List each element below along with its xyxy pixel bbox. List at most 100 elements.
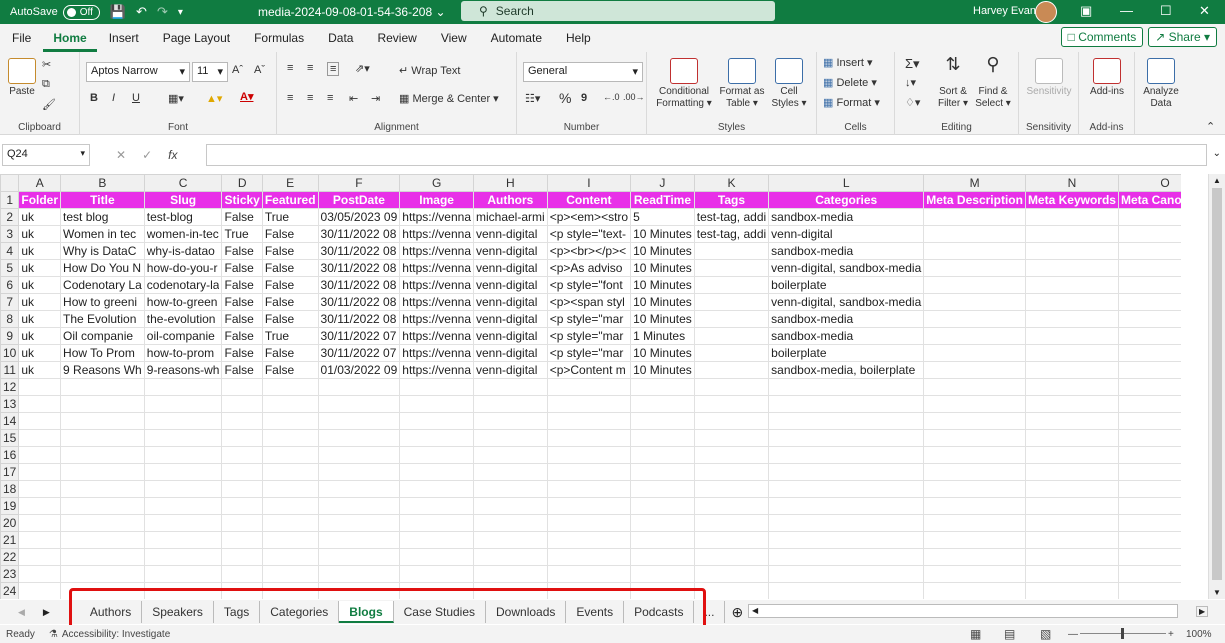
avatar[interactable] <box>1035 1 1057 23</box>
cell[interactable] <box>768 531 925 549</box>
cell[interactable] <box>317 497 401 515</box>
cell[interactable] <box>693 480 770 498</box>
orientation-icon[interactable]: ⇗▾ <box>355 62 370 75</box>
cell[interactable] <box>317 429 401 447</box>
cell[interactable]: False <box>221 276 263 294</box>
cell[interactable] <box>1117 208 1181 226</box>
cell[interactable]: How Do You N <box>60 259 145 277</box>
header-cell[interactable]: Meta Description <box>923 191 1026 209</box>
cell[interactable]: how-to-green <box>143 293 223 311</box>
cell[interactable] <box>143 565 223 583</box>
fill-icon[interactable]: ↓▾ <box>905 76 916 89</box>
cell[interactable] <box>399 378 474 396</box>
row-header[interactable]: 8 <box>0 310 20 328</box>
horizontal-scrollbar[interactable]: ◀ <box>748 604 1178 618</box>
comma-button[interactable]: 9 <box>581 92 587 104</box>
cell[interactable] <box>1024 259 1119 277</box>
cell[interactable] <box>143 531 223 549</box>
cell[interactable]: sandbox-media <box>768 310 925 328</box>
cell[interactable] <box>630 497 695 515</box>
cell[interactable]: uk <box>18 259 62 277</box>
cell[interactable] <box>546 378 632 396</box>
cell[interactable] <box>1117 531 1181 549</box>
cell[interactable] <box>473 548 548 566</box>
column-header-i[interactable]: I <box>546 174 632 192</box>
cell[interactable]: False <box>221 327 263 345</box>
scroll-left-icon[interactable]: ◀ <box>752 606 758 615</box>
cell[interactable]: venn-digital, sandbox-media <box>768 259 925 277</box>
enter-icon[interactable]: ✓ <box>142 148 152 162</box>
cell[interactable]: True <box>221 225 263 243</box>
autosave-toggle[interactable]: Off <box>62 4 100 20</box>
cell[interactable] <box>1024 327 1119 345</box>
cell[interactable] <box>473 463 548 481</box>
cell[interactable] <box>18 531 62 549</box>
cell[interactable] <box>923 412 1026 430</box>
cell[interactable] <box>693 276 770 294</box>
cell[interactable] <box>473 395 548 413</box>
row-header[interactable]: 16 <box>0 446 20 464</box>
cell[interactable] <box>60 463 145 481</box>
cell[interactable]: https://venna <box>399 327 474 345</box>
cell[interactable] <box>1117 225 1181 243</box>
cell[interactable] <box>923 344 1026 362</box>
cell[interactable] <box>630 395 695 413</box>
cell[interactable] <box>1024 480 1119 498</box>
cell[interactable] <box>261 412 319 430</box>
cell[interactable] <box>143 395 223 413</box>
cell[interactable] <box>261 480 319 498</box>
cell[interactable] <box>693 531 770 549</box>
header-cell[interactable]: Authors <box>473 191 548 209</box>
cell[interactable]: False <box>261 276 319 294</box>
cell[interactable]: venn-digital <box>473 310 548 328</box>
cell[interactable] <box>923 310 1026 328</box>
cell[interactable]: venn-digital <box>768 225 925 243</box>
cell[interactable] <box>693 310 770 328</box>
cell[interactable] <box>923 225 1026 243</box>
column-header-o[interactable]: O <box>1117 174 1181 192</box>
cell[interactable]: <p style="font <box>546 276 632 294</box>
cell[interactable]: <p style="mar <box>546 344 632 362</box>
cell[interactable]: False <box>221 259 263 277</box>
cell[interactable] <box>261 378 319 396</box>
cell[interactable] <box>143 480 223 498</box>
cell[interactable] <box>221 480 263 498</box>
cell[interactable] <box>18 395 62 413</box>
row-header[interactable]: 7 <box>0 293 20 311</box>
cell[interactable]: sandbox-media, boilerplate <box>768 361 925 379</box>
cell[interactable] <box>1024 412 1119 430</box>
cell[interactable] <box>18 480 62 498</box>
cell[interactable] <box>923 361 1026 379</box>
row-header[interactable]: 23 <box>0 565 20 583</box>
cell[interactable] <box>261 463 319 481</box>
cell[interactable] <box>1117 514 1181 532</box>
cell[interactable]: uk <box>18 293 62 311</box>
cell[interactable]: sandbox-media <box>768 208 925 226</box>
cell[interactable]: 01/03/2022 09 <box>317 361 401 379</box>
page-break-view-icon[interactable]: ▧ <box>1040 627 1051 641</box>
cell[interactable] <box>399 565 474 583</box>
cell[interactable]: boilerplate <box>768 344 925 362</box>
row-header[interactable]: 3 <box>0 225 20 243</box>
header-cell[interactable]: PostDate <box>317 191 401 209</box>
cell[interactable]: venn-digital <box>473 361 548 379</box>
cell[interactable]: https://venna <box>399 310 474 328</box>
column-header-c[interactable]: C <box>143 174 223 192</box>
cell[interactable] <box>923 327 1026 345</box>
cell[interactable] <box>768 514 925 532</box>
cell[interactable] <box>1117 395 1181 413</box>
cell[interactable] <box>1024 293 1119 311</box>
cell[interactable]: 30/11/2022 08 <box>317 259 401 277</box>
select-all-corner[interactable] <box>0 174 20 192</box>
cell[interactable]: uk <box>18 242 62 260</box>
cell[interactable] <box>399 497 474 515</box>
cell[interactable] <box>1024 208 1119 226</box>
cell[interactable] <box>1117 344 1181 362</box>
cell[interactable] <box>923 565 1026 583</box>
cell[interactable]: test-tag, addi <box>693 225 770 243</box>
cell[interactable]: <p><br></p>< <box>546 242 632 260</box>
row-header[interactable]: 13 <box>0 395 20 413</box>
cell[interactable] <box>143 463 223 481</box>
cell[interactable] <box>923 548 1026 566</box>
row-header[interactable]: 15 <box>0 429 20 447</box>
